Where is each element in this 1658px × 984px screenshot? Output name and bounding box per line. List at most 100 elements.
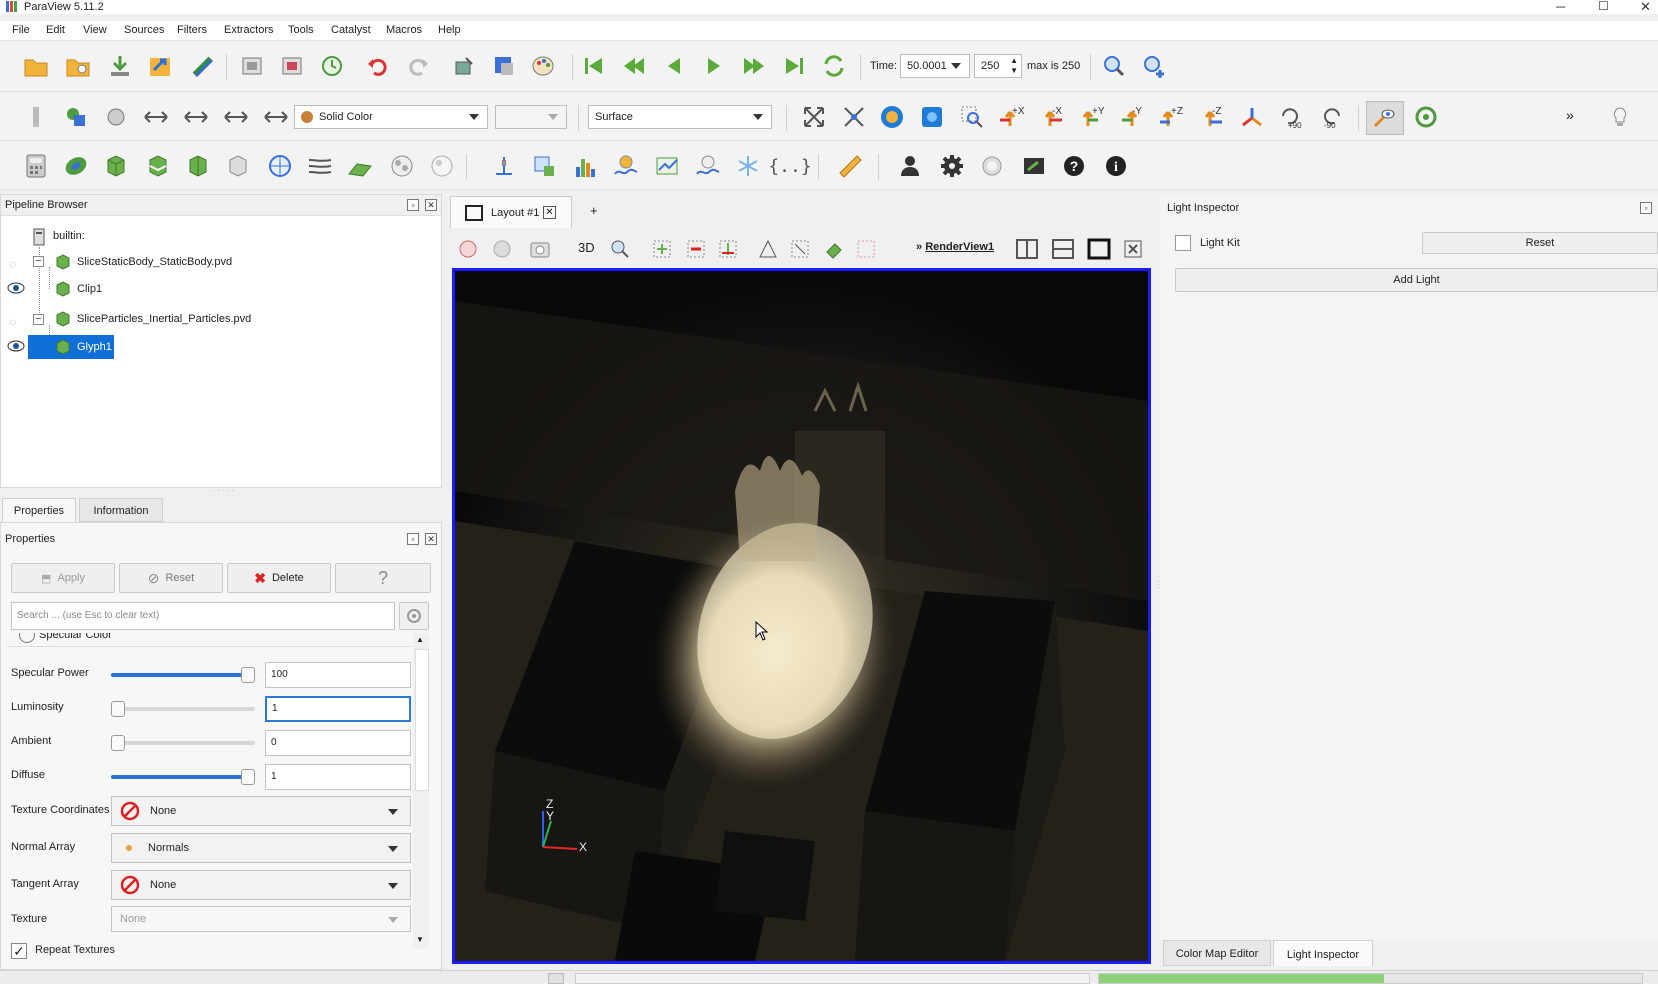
interaction-mode-icon[interactable] <box>1366 101 1404 135</box>
palette-icon[interactable] <box>530 52 558 80</box>
stream-tracer-icon[interactable] <box>306 152 334 180</box>
close-window-icon[interactable]: ✕ <box>1640 0 1651 14</box>
float-panel-icon[interactable]: ▫ <box>407 533 419 545</box>
pipeline-item-sliceparticles[interactable]: SliceParticles_Inertial_Particles.pvd <box>77 308 251 330</box>
float-panel-icon[interactable]: ▫ <box>1640 202 1652 214</box>
apply-button[interactable]: ⬒ Apply <box>11 563 115 593</box>
rescale-temporal-icon[interactable] <box>222 103 250 131</box>
calculator-icon[interactable] <box>22 152 50 180</box>
slice-icon[interactable] <box>144 152 172 180</box>
component-combo[interactable] <box>495 105 567 129</box>
redo-icon[interactable] <box>404 52 432 80</box>
save-data-icon[interactable] <box>106 52 134 80</box>
tab-light-inspector[interactable]: Light Inspector <box>1273 940 1373 966</box>
advanced-settings-button[interactable] <box>399 602 429 630</box>
scrollbar-thumb[interactable] <box>415 649 429 791</box>
extract-subset-icon[interactable] <box>224 152 252 180</box>
group-datasets-icon[interactable] <box>388 152 416 180</box>
luminosity-slider-handle[interactable] <box>111 701 125 717</box>
view-plus-x-icon[interactable]: +X <box>998 103 1026 131</box>
zoom-to-data-icon[interactable] <box>878 103 906 131</box>
luminosity-field[interactable]: 1 <box>265 696 411 722</box>
extract-level-icon[interactable] <box>428 152 456 180</box>
pipeline-item-glyph1[interactable]: Glyph1 <box>77 336 112 358</box>
properties-scrollbar[interactable]: ▲ ▼ <box>413 633 429 949</box>
disconnect-icon[interactable] <box>238 52 266 80</box>
search-input[interactable]: Search ... (use Esc to clear text) <box>11 602 395 630</box>
rescale-range-icon[interactable] <box>142 103 170 131</box>
view-minus-y-icon[interactable]: -Y <box>1118 103 1146 131</box>
menu-file[interactable]: File <box>12 24 30 36</box>
view-minus-x-icon[interactable]: -X <box>1038 103 1066 131</box>
diffuse-slider-handle[interactable] <box>241 769 255 785</box>
scroll-down-icon[interactable]: ▼ <box>416 935 424 944</box>
add-layout-tab-button[interactable]: + <box>590 203 598 218</box>
save-state-icon[interactable] <box>146 52 174 80</box>
reset-camera-icon[interactable] <box>800 103 828 131</box>
time-combo[interactable]: 50.0001 <box>900 54 970 78</box>
select-cells-through-icon[interactable] <box>714 235 742 263</box>
color-legend-icon[interactable] <box>62 103 90 131</box>
close-panel-icon[interactable]: ✕ <box>425 199 437 211</box>
capture-icon[interactable] <box>978 152 1006 180</box>
select-cells-on-icon[interactable] <box>648 235 676 263</box>
ambient-slider[interactable] <box>111 741 255 745</box>
next-frame-icon[interactable] <box>740 52 768 80</box>
select-polygon-icon[interactable] <box>754 235 782 263</box>
isometric-view-icon[interactable] <box>1238 103 1266 131</box>
light-reset-button[interactable]: Reset <box>1422 232 1658 254</box>
collapse-icon[interactable]: − <box>33 256 44 267</box>
first-frame-icon[interactable] <box>580 52 608 80</box>
pipeline-item-builtin[interactable]: builtin: <box>53 225 85 247</box>
contour-icon[interactable] <box>62 152 90 180</box>
splitter-handle[interactable]: · · · <box>1157 578 1160 592</box>
recent-files-icon[interactable] <box>64 52 92 80</box>
zoom-closest-icon[interactable] <box>918 103 946 131</box>
split-redo-icon[interactable] <box>488 235 516 263</box>
play-icon[interactable] <box>700 52 728 80</box>
histogram-icon[interactable] <box>572 152 600 180</box>
menu-filters[interactable]: Filters <box>177 24 207 36</box>
threshold-icon[interactable] <box>184 152 212 180</box>
clip-icon[interactable] <box>102 152 130 180</box>
menu-catalyst[interactable]: Catalyst <box>331 24 371 36</box>
maximize-view-icon[interactable] <box>1084 235 1114 263</box>
ambient-slider-handle[interactable] <box>111 735 125 751</box>
user-icon[interactable] <box>896 152 924 180</box>
visibility-eye-icon[interactable] <box>7 340 25 352</box>
reset-session-icon[interactable] <box>318 52 346 80</box>
undo-icon[interactable] <box>364 52 392 80</box>
visibility-hidden-icon[interactable]: ◌ <box>9 315 16 329</box>
lightbulb-icon[interactable] <box>1606 103 1634 131</box>
open-file-icon[interactable] <box>22 52 50 80</box>
plot-selection-icon[interactable] <box>654 152 682 180</box>
screenshot-icon[interactable] <box>526 235 554 263</box>
reset-camera-closest-icon[interactable] <box>840 103 868 131</box>
info-icon[interactable]: i <box>1102 152 1130 180</box>
tab-properties[interactable]: Properties <box>2 498 76 522</box>
collapse-icon[interactable]: − <box>33 314 44 325</box>
radio-icon[interactable] <box>19 633 35 643</box>
zoom-data-icon[interactable] <box>1140 52 1168 80</box>
rescale-visible-icon[interactable] <box>262 103 290 131</box>
add-light-button[interactable]: Add Light <box>1175 268 1658 292</box>
minimize-icon[interactable]: ─ <box>1556 0 1565 14</box>
representation-combo[interactable]: Surface <box>588 105 772 129</box>
tab-information[interactable]: Information <box>79 498 163 522</box>
light-kit-checkbox[interactable] <box>1175 235 1191 251</box>
gear-icon[interactable] <box>938 152 966 180</box>
menu-edit[interactable]: Edit <box>46 24 65 36</box>
luminosity-slider[interactable] <box>111 707 255 711</box>
view-zoom-icon[interactable] <box>606 235 634 263</box>
edit-color-map-icon[interactable] <box>102 103 130 131</box>
tab-layout-1[interactable]: Layout #1 ✕ <box>450 196 572 228</box>
previous-frame-icon[interactable] <box>620 52 648 80</box>
close-tab-icon[interactable]: ✕ <box>543 206 556 219</box>
menu-help[interactable]: Help <box>438 24 461 36</box>
timestep-spinbox[interactable]: 250 ▲ ▼ <box>974 54 1022 78</box>
python-shell-icon[interactable] <box>1020 152 1048 180</box>
float-panel-icon[interactable]: ▫ <box>407 199 419 211</box>
delete-button[interactable]: ✖ Delete <box>227 563 331 593</box>
close-panel-icon[interactable]: ✕ <box>425 533 437 545</box>
maximize-icon[interactable]: ☐ <box>1598 0 1609 13</box>
